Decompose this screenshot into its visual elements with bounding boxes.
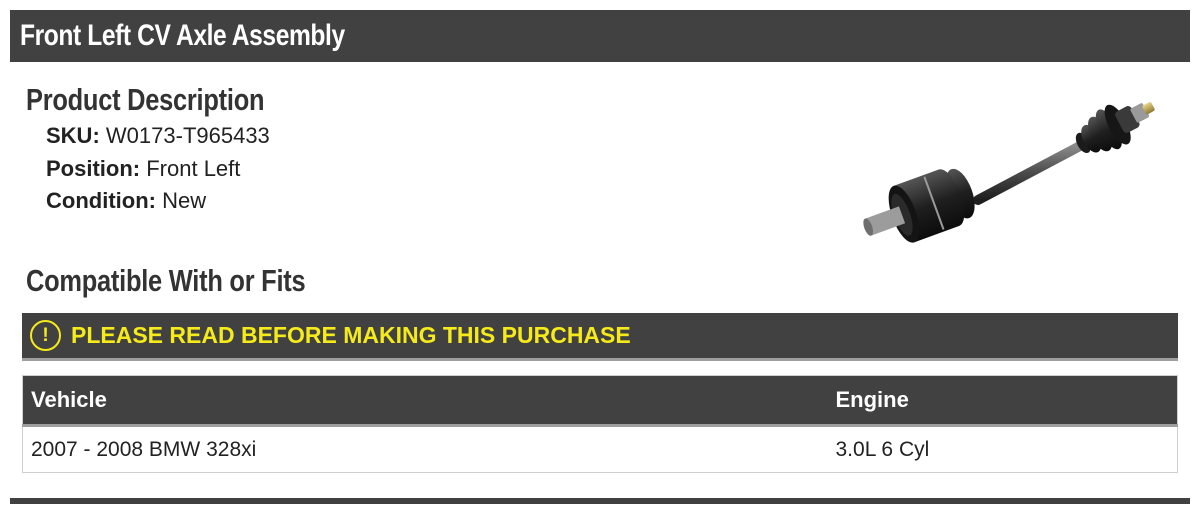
spec-value: W0173-T965433 [105,123,270,148]
spec-label: Condition: [46,188,156,213]
warning-text: PLEASE READ BEFORE MAKING THIS PURCHASE [71,322,631,348]
engine-column-header: Engine [835,387,909,412]
table-header-row: Vehicle Engine [22,375,1178,426]
spec-sku: SKU: W0173-T965433 [46,120,270,153]
engine-cell: 3.0L 6 Cyl [835,437,930,461]
spec-value: New [162,188,207,213]
spec-condition: Condition: New [46,185,270,218]
spec-position: Position: Front Left [46,153,270,186]
title-bar: Front Left CV Axle Assembly [10,10,1190,62]
cv-axle-product-image [863,102,1155,243]
bottom-divider [10,498,1190,504]
purchase-warning-banner: ! PLEASE READ BEFORE MAKING THIS PURCHAS… [22,313,1178,361]
spec-label: Position: [46,155,141,181]
exclamation-circle-icon: ! [30,320,61,351]
spec-label: SKU: [46,123,100,148]
fitment-table: Vehicle Engine 2007 - 2008 BMW 328xi 3.0… [22,375,1178,473]
vehicle-column-header: Vehicle [31,387,107,412]
vehicle-cell: 2007 - 2008 BMW 328xi [31,437,257,461]
spec-value: Front Left [146,155,241,181]
page-title: Front Left CV Axle Assembly [20,19,345,52]
compatible-heading: Compatible With or Fits [26,263,306,298]
spec-list: SKU: W0173-T965433 Position: Front Left … [46,120,270,218]
table-row: 2007 - 2008 BMW 328xi 3.0L 6 Cyl [23,426,1178,473]
product-description-heading: Product Description [26,82,265,117]
